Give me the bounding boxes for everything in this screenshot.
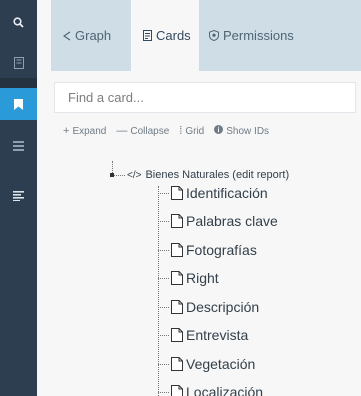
collapse-label: Collapse: [130, 125, 170, 137]
code-icon: </>: [127, 169, 142, 181]
tab-cards-label: Cards: [156, 28, 191, 43]
card-icon: [143, 30, 152, 41]
grid-icon: ⁞: [179, 125, 183, 137]
expand-button[interactable]: + Expand: [63, 125, 106, 137]
report-nav-button[interactable]: [0, 130, 37, 162]
tab-permissions[interactable]: Permissions: [209, 0, 319, 71]
show-ids-label: Show IDs: [226, 125, 270, 137]
document-icon: [171, 328, 183, 342]
document-icon: [171, 271, 183, 285]
tab-graph-label: Graph: [75, 28, 112, 43]
tree-card-label: Vegetación: [186, 356, 256, 372]
left-nav-rail: [0, 0, 37, 396]
tree-card-item[interactable]: Entrevista: [171, 325, 248, 345]
cards-nav-button[interactable]: [0, 88, 37, 120]
list-icon: [13, 141, 24, 151]
tree-card-label: Fotografías: [186, 242, 257, 258]
document-icon: [171, 385, 183, 396]
tree-branch: [158, 278, 169, 279]
tree-card-label: Localización: [186, 384, 264, 396]
tree-card-item[interactable]: Vegetación: [171, 354, 255, 374]
tree-branch: [158, 392, 169, 393]
grid-button[interactable]: ⁞ Grid: [179, 125, 204, 137]
grid-label: Grid: [185, 125, 205, 137]
search-icon: [13, 16, 24, 28]
tree-card-item[interactable]: Identificación: [171, 183, 268, 203]
tree-root-node[interactable]: </> Bienes Naturales (edit report): [127, 168, 289, 182]
minus-icon: —: [116, 125, 128, 137]
tree-card-label: Identificación: [186, 185, 268, 201]
tree-card-label: Palabras clave: [186, 213, 278, 229]
tree-branch: [158, 250, 169, 251]
tree-card-item[interactable]: Localización: [171, 382, 263, 396]
text-nav-button[interactable]: [0, 180, 37, 212]
share-icon: [63, 31, 71, 41]
tree-branch: [158, 221, 169, 222]
info-icon: [214, 125, 224, 137]
bookmark-icon: [14, 98, 23, 110]
tree-root-label: Bienes Naturales (edit report): [145, 169, 290, 181]
tree-toolbar: + Expand — Collapse ⁞ Grid Show IDs: [63, 124, 279, 138]
search-nav-button[interactable]: [0, 6, 37, 38]
tree-card-item[interactable]: Palabras clave: [171, 211, 278, 231]
main-panel: Graph Cards Permissions + Expand — Colla…: [37, 0, 361, 396]
tab-cards[interactable]: Cards: [131, 0, 199, 71]
document-icon: [171, 214, 183, 228]
tree-node-marker: [110, 173, 114, 177]
tree-card-item[interactable]: Descripción: [171, 297, 259, 317]
text-lines-icon: [13, 191, 24, 201]
shield-icon: [209, 30, 219, 41]
tab-permissions-label: Permissions: [223, 28, 294, 43]
document-icon: [171, 300, 183, 314]
tree-card-item[interactable]: Fotografías: [171, 240, 257, 260]
tree-card-label: Entrevista: [186, 327, 249, 343]
search-input[interactable]: [68, 90, 338, 105]
tree-card-label: Descripción: [186, 299, 260, 315]
show-ids-button[interactable]: Show IDs: [214, 125, 269, 137]
document-icon: [171, 357, 183, 371]
search-box: [54, 82, 356, 113]
collapse-button[interactable]: — Collapse: [116, 125, 169, 137]
tree-branch: [158, 335, 169, 336]
tree-branch: [158, 364, 169, 365]
book-icon: [13, 57, 24, 69]
resource-nav-button[interactable]: [0, 47, 37, 79]
tree-branch: [158, 193, 169, 194]
tree-card-item[interactable]: Right: [171, 268, 219, 288]
document-icon: [171, 186, 183, 200]
tab-graph[interactable]: Graph: [63, 0, 123, 71]
rail-divider: [0, 78, 37, 88]
tree-card-label: Right: [186, 270, 219, 286]
plus-icon: +: [63, 125, 70, 137]
document-icon: [171, 243, 183, 257]
expand-label: Expand: [72, 125, 107, 137]
tree-branch: [158, 307, 169, 308]
tab-bar: Graph Cards Permissions: [51, 0, 361, 71]
